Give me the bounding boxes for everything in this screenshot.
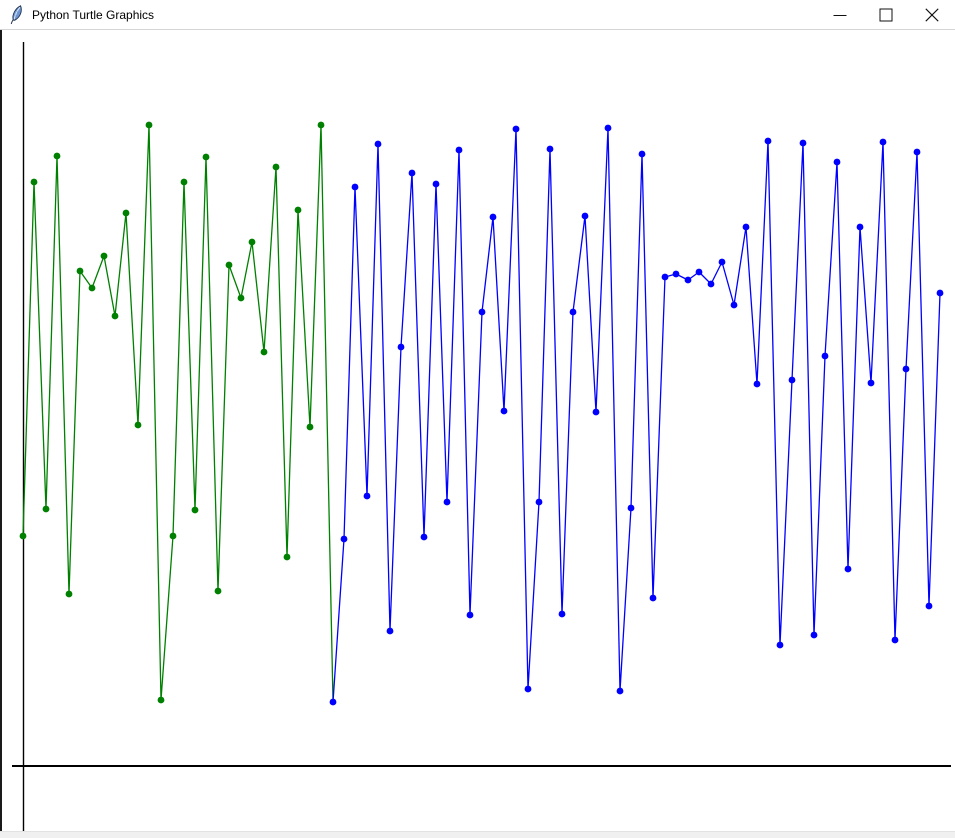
green-series-point <box>146 122 153 129</box>
blue-series-point <box>857 224 864 231</box>
blue-series-point <box>937 290 944 297</box>
green-series-point <box>307 424 314 431</box>
green-series-line <box>23 125 333 702</box>
green-series-point <box>66 591 73 598</box>
close-button[interactable] <box>909 0 955 29</box>
blue-series-line <box>333 128 940 702</box>
blue-series-point <box>639 151 646 158</box>
blue-series-point <box>444 499 451 506</box>
green-series-point <box>101 253 108 260</box>
blue-series-point <box>467 612 474 619</box>
blue-series-point <box>765 138 772 145</box>
blue-series-point <box>719 259 726 266</box>
blue-series-point <box>811 632 818 639</box>
blue-series-point <box>845 566 852 573</box>
green-series-point <box>273 164 280 171</box>
maximize-button[interactable] <box>863 0 909 29</box>
blue-series-point <box>892 637 899 644</box>
green-series-point <box>112 313 119 320</box>
blue-series-point <box>513 126 520 133</box>
green-series-point <box>318 122 325 129</box>
blue-series-point <box>662 274 669 281</box>
minimize-icon <box>833 8 847 22</box>
green-series-point <box>295 207 302 214</box>
blue-series-point <box>605 125 612 132</box>
green-series-point <box>249 239 256 246</box>
blue-series-point <box>570 309 577 316</box>
green-series-point <box>20 533 27 540</box>
title-bar: Python Turtle Graphics <box>0 0 955 30</box>
blue-series-point <box>617 688 624 695</box>
green-series-point <box>284 554 291 561</box>
blue-series-point <box>456 147 463 154</box>
blue-series-point <box>364 493 371 500</box>
tk-feather-icon <box>8 5 24 25</box>
turtle-graphics-window: Python Turtle Graphics <box>0 0 955 838</box>
blue-series-point <box>880 139 887 146</box>
minimize-button[interactable] <box>817 0 863 29</box>
blue-series-point <box>708 281 715 288</box>
green-series-point <box>215 588 222 595</box>
blue-series-point <box>398 344 405 351</box>
blue-series-point <box>341 536 348 543</box>
green-series-point <box>170 533 177 540</box>
blue-series-point <box>582 213 589 220</box>
blue-series-point <box>696 269 703 276</box>
window-left-border <box>0 29 2 838</box>
blue-series-point <box>375 141 382 148</box>
blue-series-point <box>731 302 738 309</box>
blue-series-point <box>650 595 657 602</box>
blue-series-point <box>926 603 933 610</box>
blue-series-point <box>914 149 921 156</box>
blue-series-point <box>559 611 566 618</box>
green-series-point <box>77 268 84 275</box>
blue-series-point <box>754 381 761 388</box>
blue-series-point <box>743 224 750 231</box>
green-series-point <box>238 295 245 302</box>
blue-series-point <box>777 642 784 649</box>
blue-series-point <box>903 366 910 373</box>
green-series-point <box>31 179 38 186</box>
blue-series-point <box>547 146 554 153</box>
green-series-point <box>261 349 268 356</box>
green-series-point <box>43 506 50 513</box>
green-series-point <box>135 422 142 429</box>
turtle-canvas <box>0 0 955 838</box>
blue-series-point <box>490 214 497 221</box>
green-series-point <box>203 154 210 161</box>
blue-series-point <box>789 377 796 384</box>
blue-series-point <box>834 159 841 166</box>
green-series-point <box>123 210 130 217</box>
green-series-point <box>158 697 165 704</box>
blue-series-point <box>593 409 600 416</box>
blue-series-point <box>501 408 508 415</box>
green-series-point <box>181 179 188 186</box>
close-icon <box>925 8 939 22</box>
blue-series-point <box>685 277 692 284</box>
window-title: Python Turtle Graphics <box>32 8 154 22</box>
blue-series-point <box>409 170 416 177</box>
blue-series-point <box>800 140 807 147</box>
green-series-point <box>54 153 61 160</box>
blue-series-point <box>628 505 635 512</box>
blue-series-point <box>421 534 428 541</box>
blue-series-point <box>352 184 359 191</box>
green-series-point <box>226 262 233 269</box>
blue-series-point <box>822 353 829 360</box>
green-series-point <box>192 507 199 514</box>
window-bottom-edge <box>0 831 955 838</box>
blue-series-point <box>673 271 680 278</box>
blue-series-point <box>433 181 440 188</box>
blue-series-point <box>387 628 394 635</box>
green-series-point <box>89 285 96 292</box>
blue-series-point <box>479 309 486 316</box>
blue-series-point <box>868 380 875 387</box>
blue-series-point <box>330 699 337 706</box>
maximize-icon <box>879 8 893 22</box>
blue-series-point <box>536 499 543 506</box>
blue-series-point <box>525 686 532 693</box>
